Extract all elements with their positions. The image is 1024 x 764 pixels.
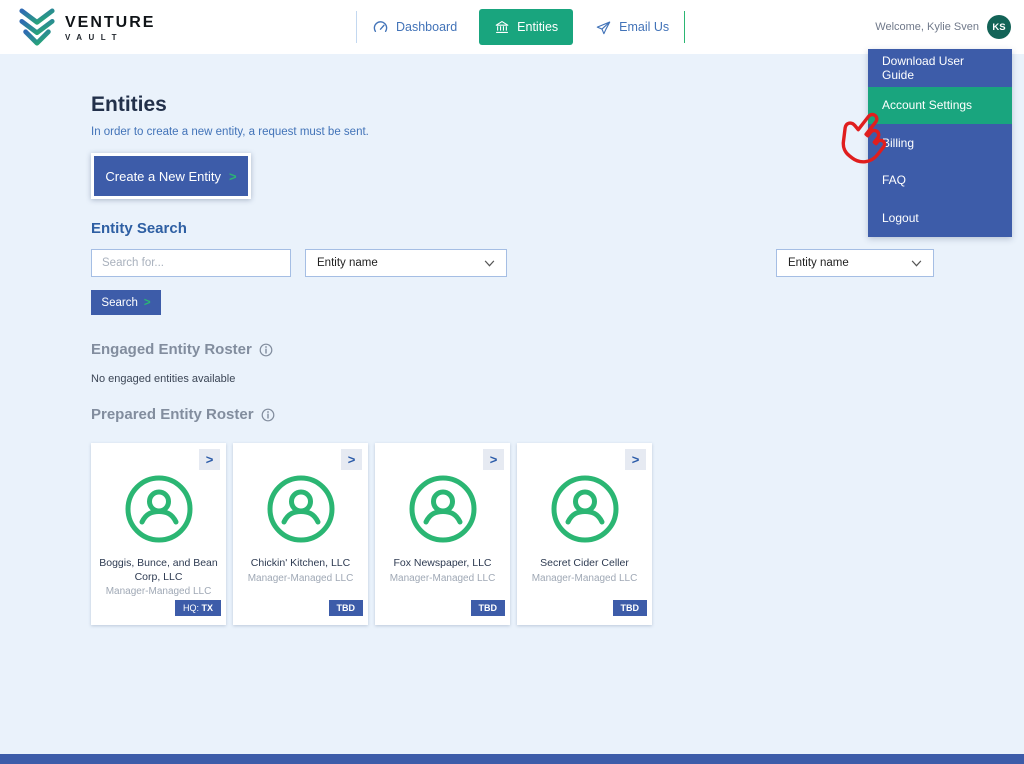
search-input[interactable]	[91, 249, 291, 277]
entity-card[interactable]: > Chickin' Kitchen, LLC Manager-Managed …	[233, 443, 368, 625]
footer-bar	[0, 754, 1024, 764]
entity-status-badge: TBD	[329, 600, 364, 616]
search-row: Entity name Entity name	[91, 249, 934, 277]
badge-value: TBD	[621, 603, 640, 613]
chevron-right-icon: >	[144, 297, 151, 309]
menu-item-label: Download User Guide	[882, 54, 998, 82]
entity-card[interactable]: > Fox Newspaper, LLC Manager-Managed LLC…	[375, 443, 510, 625]
chevron-right-icon: >	[206, 452, 214, 467]
shield-logo-icon	[18, 7, 56, 49]
logo[interactable]: VENTURE VAULT	[18, 7, 155, 49]
entity-name: Chickin' Kitchen, LLC	[233, 557, 368, 571]
logo-line1: VENTURE	[65, 14, 155, 32]
search-button[interactable]: Search >	[91, 290, 161, 315]
top-header: VENTURE VAULT Dashboard Entities	[0, 0, 1024, 54]
create-entity-button[interactable]: Create a New Entity >	[91, 153, 251, 199]
paper-plane-icon	[595, 19, 612, 36]
search-button-label: Search	[101, 297, 137, 309]
gauge-icon	[372, 19, 389, 36]
nav-email-us-label: Email Us	[619, 20, 669, 34]
card-open-button[interactable]: >	[341, 449, 362, 470]
engaged-roster-empty-message: No engaged entities available	[91, 373, 1024, 385]
menu-item-account-settings[interactable]: Account Settings	[868, 87, 1012, 125]
menu-item-label: Billing	[882, 136, 914, 150]
person-circle-icon	[549, 473, 621, 545]
create-entity-button-label: Create a New Entity	[105, 169, 221, 184]
nav-entities-label: Entities	[517, 20, 558, 34]
entity-type: Manager-Managed LLC	[375, 573, 510, 584]
header-right: Welcome, Kylie Sven KS	[875, 0, 1011, 54]
logo-line2: VAULT	[65, 33, 155, 42]
person-circle-icon	[407, 473, 479, 545]
info-icon[interactable]	[261, 408, 275, 422]
user-dropdown-menu: Download User Guide Account Settings Bil…	[868, 49, 1012, 237]
entity-type: Manager-Managed LLC	[91, 586, 226, 597]
chevron-right-icon: >	[229, 169, 237, 184]
menu-item-faq[interactable]: FAQ	[868, 162, 1012, 200]
engaged-roster-heading-label: Engaged Entity Roster	[91, 341, 252, 358]
nav-divider-right	[684, 11, 685, 43]
prepared-roster-heading-label: Prepared Entity Roster	[91, 406, 254, 423]
logo-text: VENTURE VAULT	[65, 14, 155, 42]
menu-item-label: Logout	[882, 211, 919, 225]
menu-item-label: FAQ	[882, 173, 906, 187]
engaged-roster-heading: Engaged Entity Roster	[91, 341, 1024, 358]
search-filter-1-value: Entity name	[317, 257, 378, 269]
prepared-entity-cards: > Boggis, Bunce, and Bean Corp, LLC Mana…	[91, 443, 1024, 625]
bank-icon	[494, 19, 510, 35]
nav-dashboard-label: Dashboard	[396, 20, 457, 34]
card-open-button[interactable]: >	[625, 449, 646, 470]
badge-prefix: HQ:	[183, 603, 202, 613]
menu-item-billing[interactable]: Billing	[868, 124, 1012, 162]
top-nav: Dashboard Entities Email Us	[356, 0, 685, 54]
badge-value: TBD	[337, 603, 356, 613]
chevron-right-icon: >	[490, 452, 498, 467]
menu-item-download-user-guide[interactable]: Download User Guide	[868, 49, 1012, 87]
card-open-button[interactable]: >	[199, 449, 220, 470]
card-open-button[interactable]: >	[483, 449, 504, 470]
entity-status-badge: HQ: TX	[175, 600, 221, 616]
search-filter-dropdown-1[interactable]: Entity name	[305, 249, 507, 277]
entity-card[interactable]: > Boggis, Bunce, and Bean Corp, LLC Mana…	[91, 443, 226, 625]
entity-type: Manager-Managed LLC	[517, 573, 652, 584]
entity-name: Boggis, Bunce, and Bean Corp, LLC	[91, 557, 226, 584]
menu-item-logout[interactable]: Logout	[868, 199, 1012, 237]
chevron-down-icon	[484, 260, 495, 267]
nav-entities[interactable]: Entities	[479, 9, 573, 45]
search-filter-2-value: Entity name	[788, 257, 849, 269]
prepared-roster-heading: Prepared Entity Roster	[91, 406, 1024, 423]
info-icon[interactable]	[259, 343, 273, 357]
menu-item-label: Account Settings	[882, 98, 972, 112]
nav-email-us[interactable]: Email Us	[580, 19, 684, 36]
badge-value: TX	[201, 603, 213, 613]
entity-status-badge: TBD	[613, 600, 648, 616]
person-circle-icon	[123, 473, 195, 545]
entity-type: Manager-Managed LLC	[233, 573, 368, 584]
chevron-right-icon: >	[348, 452, 356, 467]
welcome-text: Welcome, Kylie Sven	[875, 21, 979, 33]
avatar[interactable]: KS	[987, 15, 1011, 39]
entity-name: Fox Newspaper, LLC	[375, 557, 510, 571]
chevron-right-icon: >	[632, 452, 640, 467]
search-filter-dropdown-2[interactable]: Entity name	[776, 249, 934, 277]
nav-dashboard[interactable]: Dashboard	[357, 19, 472, 36]
entity-name: Secret Cider Celler	[517, 557, 652, 571]
badge-value: TBD	[479, 603, 498, 613]
page: VENTURE VAULT Dashboard Entities	[0, 0, 1024, 764]
person-circle-icon	[265, 473, 337, 545]
entity-status-badge: TBD	[471, 600, 506, 616]
chevron-down-icon	[911, 260, 922, 267]
entity-card[interactable]: > Secret Cider Celler Manager-Managed LL…	[517, 443, 652, 625]
